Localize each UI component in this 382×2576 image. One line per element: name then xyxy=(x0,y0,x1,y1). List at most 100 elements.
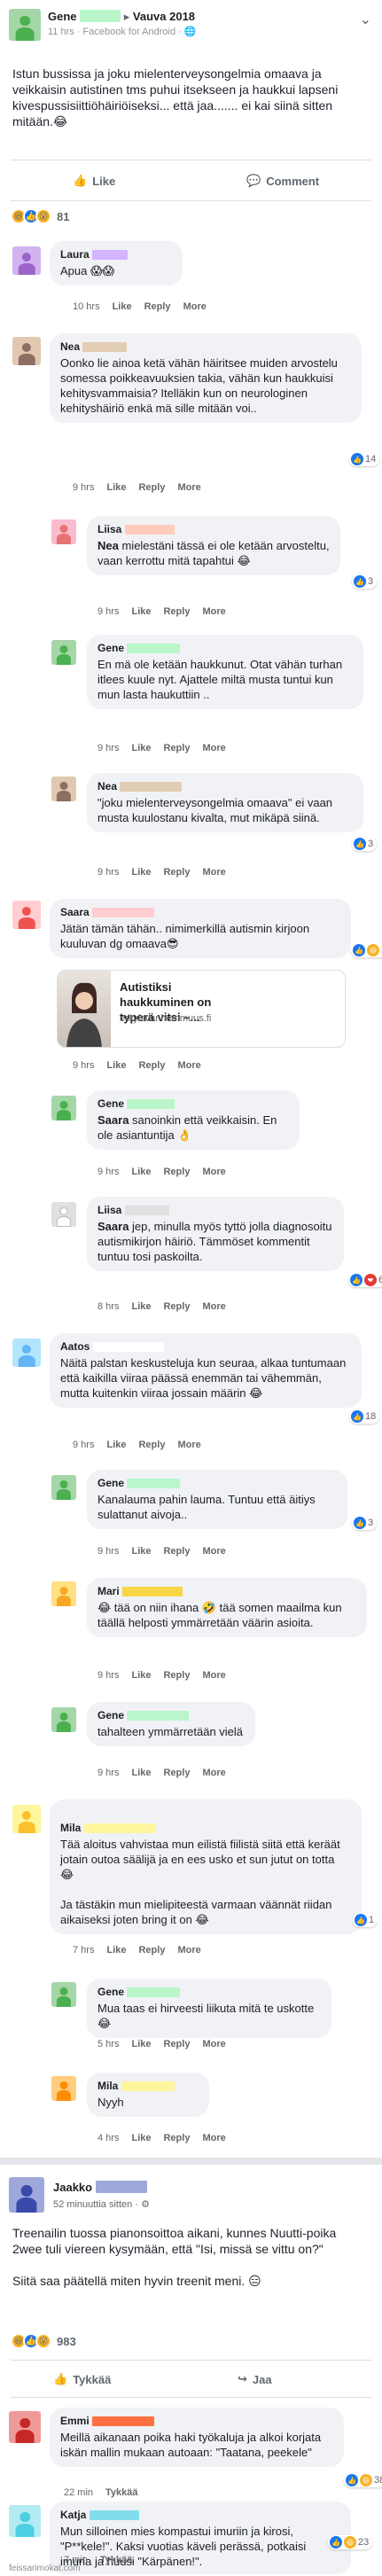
comment-reactions[interactable]: 👍 3 xyxy=(352,1516,378,1530)
mention[interactable]: Saara xyxy=(97,1220,129,1233)
commenter-name[interactable]: Mila xyxy=(60,1821,351,1836)
comment-reactions[interactable]: 👍 3 xyxy=(352,574,378,589)
comment-like[interactable]: Tykkää xyxy=(105,2487,138,2498)
comment-more[interactable]: More xyxy=(202,1670,225,1681)
commenter-avatar[interactable] xyxy=(51,640,76,665)
reaction-summary[interactable]: 😆 👍 😮 81 xyxy=(11,208,69,224)
mention[interactable]: Nea xyxy=(97,539,119,552)
comment-reply[interactable]: Reply xyxy=(163,2039,190,2049)
comment-more[interactable]: More xyxy=(177,482,200,493)
comment-reactions[interactable]: 👍 18 xyxy=(349,1409,380,1424)
comment-like[interactable]: Like xyxy=(131,1768,151,1778)
comment-like[interactable]: Like xyxy=(131,606,151,617)
comment-like[interactable]: Like xyxy=(131,1546,151,1557)
comment-reactions[interactable]: 👍 ❤ 6 xyxy=(348,1273,382,1287)
comment-reply[interactable]: Reply xyxy=(163,1301,190,1312)
like-button[interactable]: 👍 Like xyxy=(73,174,115,188)
comment-reactions[interactable]: 👍 1 xyxy=(353,1913,378,1927)
comment-button[interactable]: 💬 Comment xyxy=(246,174,319,188)
commenter-name[interactable]: Gene xyxy=(97,1097,289,1112)
comment-more[interactable]: More xyxy=(177,1440,200,1450)
commenter-name[interactable]: Gene xyxy=(97,641,353,656)
like-button[interactable]: 👍 Tykkää xyxy=(53,2372,111,2386)
commenter-avatar[interactable] xyxy=(51,1581,76,1606)
comment-reactions[interactable]: 👍 3 xyxy=(352,837,378,851)
comment-reply[interactable]: Reply xyxy=(163,1546,190,1557)
comment-reply[interactable]: Reply xyxy=(163,867,190,878)
comment-reply[interactable]: Reply xyxy=(163,1768,190,1778)
share-button[interactable]: ↪ Jaa xyxy=(238,2372,272,2386)
post-author[interactable]: Gene xyxy=(48,10,77,23)
comment-more[interactable]: More xyxy=(202,2133,225,2143)
commenter-name[interactable]: Gene xyxy=(97,1985,321,2000)
commenter-avatar[interactable] xyxy=(12,1805,41,1833)
comment-like[interactable]: Like xyxy=(131,743,151,753)
comment-like[interactable]: Like xyxy=(131,1301,151,1312)
comment-like[interactable]: Like xyxy=(106,1945,126,1955)
commenter-avatar[interactable] xyxy=(9,2505,41,2537)
comment-more[interactable]: More xyxy=(202,1768,225,1778)
comment-reply[interactable]: Reply xyxy=(144,301,171,312)
comment-like[interactable]: Tykkää xyxy=(100,2555,133,2565)
comment-reactions[interactable]: 👍 😆 23 xyxy=(328,2535,373,2549)
commenter-name[interactable]: Katja xyxy=(60,2508,340,2523)
commenter-avatar[interactable] xyxy=(12,246,41,275)
commenter-avatar[interactable] xyxy=(51,1707,76,1732)
commenter-name[interactable]: Mila xyxy=(97,2079,199,2094)
comment-like[interactable]: Like xyxy=(106,1060,126,1071)
comment-like[interactable]: Like xyxy=(131,867,151,878)
comment-more[interactable]: More xyxy=(183,301,207,312)
commenter-avatar[interactable] xyxy=(12,337,41,365)
comment-reactions[interactable]: 👍😆15 xyxy=(351,943,382,957)
commenter-avatar[interactable] xyxy=(9,2411,41,2443)
commenter-name[interactable]: Laura xyxy=(60,247,172,262)
commenter-name[interactable]: Emmi xyxy=(60,2414,333,2429)
commenter-avatar[interactable] xyxy=(51,1096,76,1120)
comment-more[interactable]: More xyxy=(202,743,225,753)
commenter-name[interactable]: Liisa xyxy=(97,1203,333,1218)
comment-like[interactable]: Like xyxy=(113,301,132,312)
comment-more[interactable]: More xyxy=(202,1167,225,1177)
commenter-avatar[interactable] xyxy=(51,1475,76,1500)
commenter-avatar[interactable] xyxy=(51,777,76,801)
commenter-avatar[interactable] xyxy=(51,1202,76,1227)
post-author[interactable]: Jaakko xyxy=(53,2181,92,2194)
commenter-avatar[interactable] xyxy=(12,1339,41,1367)
comment-reply[interactable]: Reply xyxy=(163,1167,190,1177)
comment-reactions[interactable]: 👍😆38 xyxy=(344,2473,382,2487)
mention[interactable]: Saara xyxy=(97,1113,129,1127)
link-preview-card[interactable]: Autistiksi haukkuminen on typerä vitsi –… xyxy=(57,970,346,1048)
author-avatar[interactable] xyxy=(9,9,41,41)
comment-more[interactable]: More xyxy=(202,1546,225,1557)
comment-reply[interactable]: Reply xyxy=(138,1945,165,1955)
comment-more[interactable]: More xyxy=(202,606,225,617)
comment-reply[interactable]: Reply xyxy=(163,1670,190,1681)
commenter-name[interactable]: Nea xyxy=(60,340,351,355)
comment-more[interactable]: More xyxy=(202,867,225,878)
comment-reply[interactable]: Reply xyxy=(138,1440,165,1450)
commenter-name[interactable]: Mari xyxy=(97,1584,356,1599)
comment-reply[interactable]: Reply xyxy=(138,1060,165,1071)
comment-more[interactable]: More xyxy=(202,2039,225,2049)
commenter-avatar[interactable] xyxy=(51,519,76,544)
comment-reply[interactable]: Reply xyxy=(163,2133,190,2143)
comment-reactions[interactable]: 👍 14 xyxy=(349,452,380,466)
commenter-name[interactable]: Saara xyxy=(60,905,340,920)
commenter-name[interactable]: Gene xyxy=(97,1708,245,1723)
more-options-icon[interactable]: ⌄ xyxy=(360,11,371,28)
author-avatar[interactable] xyxy=(9,2177,44,2213)
commenter-name[interactable]: Gene xyxy=(97,1476,337,1491)
comment-like[interactable]: Like xyxy=(131,2133,151,2143)
comment-more[interactable]: More xyxy=(177,1945,200,1955)
commenter-name[interactable]: Aatos xyxy=(60,1339,351,1354)
comment-like[interactable]: Like xyxy=(131,1167,151,1177)
commenter-avatar[interactable] xyxy=(51,1982,76,2007)
comment-reply[interactable]: Reply xyxy=(138,482,165,493)
comment-more[interactable]: More xyxy=(202,1301,225,1312)
commenter-name[interactable]: Liisa xyxy=(97,522,330,537)
comment-like[interactable]: Like xyxy=(131,1670,151,1681)
reaction-summary[interactable]: 😆 👍 😮 983 xyxy=(11,2333,76,2349)
comment-reply[interactable]: Reply xyxy=(163,743,190,753)
commenter-avatar[interactable] xyxy=(12,901,41,929)
comment-like[interactable]: Like xyxy=(131,2039,151,2049)
